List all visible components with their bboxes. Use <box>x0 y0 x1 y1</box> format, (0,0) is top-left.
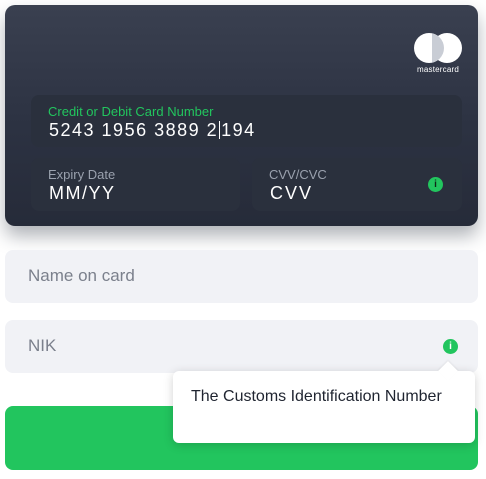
expiry-date-label: Expiry Date <box>48 167 116 182</box>
text-caret <box>219 121 221 139</box>
credit-card-preview: mastercard Credit or Debit Card Number 5… <box>5 5 478 226</box>
expiry-date-field[interactable]: Expiry Date MM/YY <box>31 158 240 211</box>
nik-tooltip: The Customs Identification Number <box>173 361 475 443</box>
card-number-text-before-caret: 5243 1956 3889 2 <box>49 120 219 140</box>
cvv-info-icon[interactable]: i <box>428 177 443 192</box>
nik-info-icon[interactable]: i <box>443 339 458 354</box>
payment-form: mastercard Credit or Debit Card Number 5… <box>0 0 486 479</box>
nik-placeholder: NIK <box>28 336 57 355</box>
card-number-label: Credit or Debit Card Number <box>48 104 214 119</box>
name-on-card-input[interactable]: Name on card <box>5 250 478 303</box>
mastercard-wordmark: mastercard <box>416 65 459 74</box>
tooltip-text: The Customs Identification Number <box>191 388 442 405</box>
card-number-field[interactable]: Credit or Debit Card Number 5243 1956 38… <box>31 95 462 147</box>
cvv-label: CVV/CVC <box>269 167 327 182</box>
nik-input[interactable]: NIK i <box>5 320 478 373</box>
cvv-value[interactable]: CVV <box>270 183 313 204</box>
mastercard-circles-icon <box>414 33 462 63</box>
cvv-field[interactable]: CVV/CVC CVV i <box>252 158 462 211</box>
mastercard-logo: mastercard <box>410 33 464 77</box>
card-number-value[interactable]: 5243 1956 3889 2 194 <box>49 120 256 141</box>
expiry-date-value[interactable]: MM/YY <box>49 183 116 204</box>
card-number-text-after-caret: 194 <box>221 120 256 140</box>
name-on-card-placeholder: Name on card <box>28 266 135 285</box>
